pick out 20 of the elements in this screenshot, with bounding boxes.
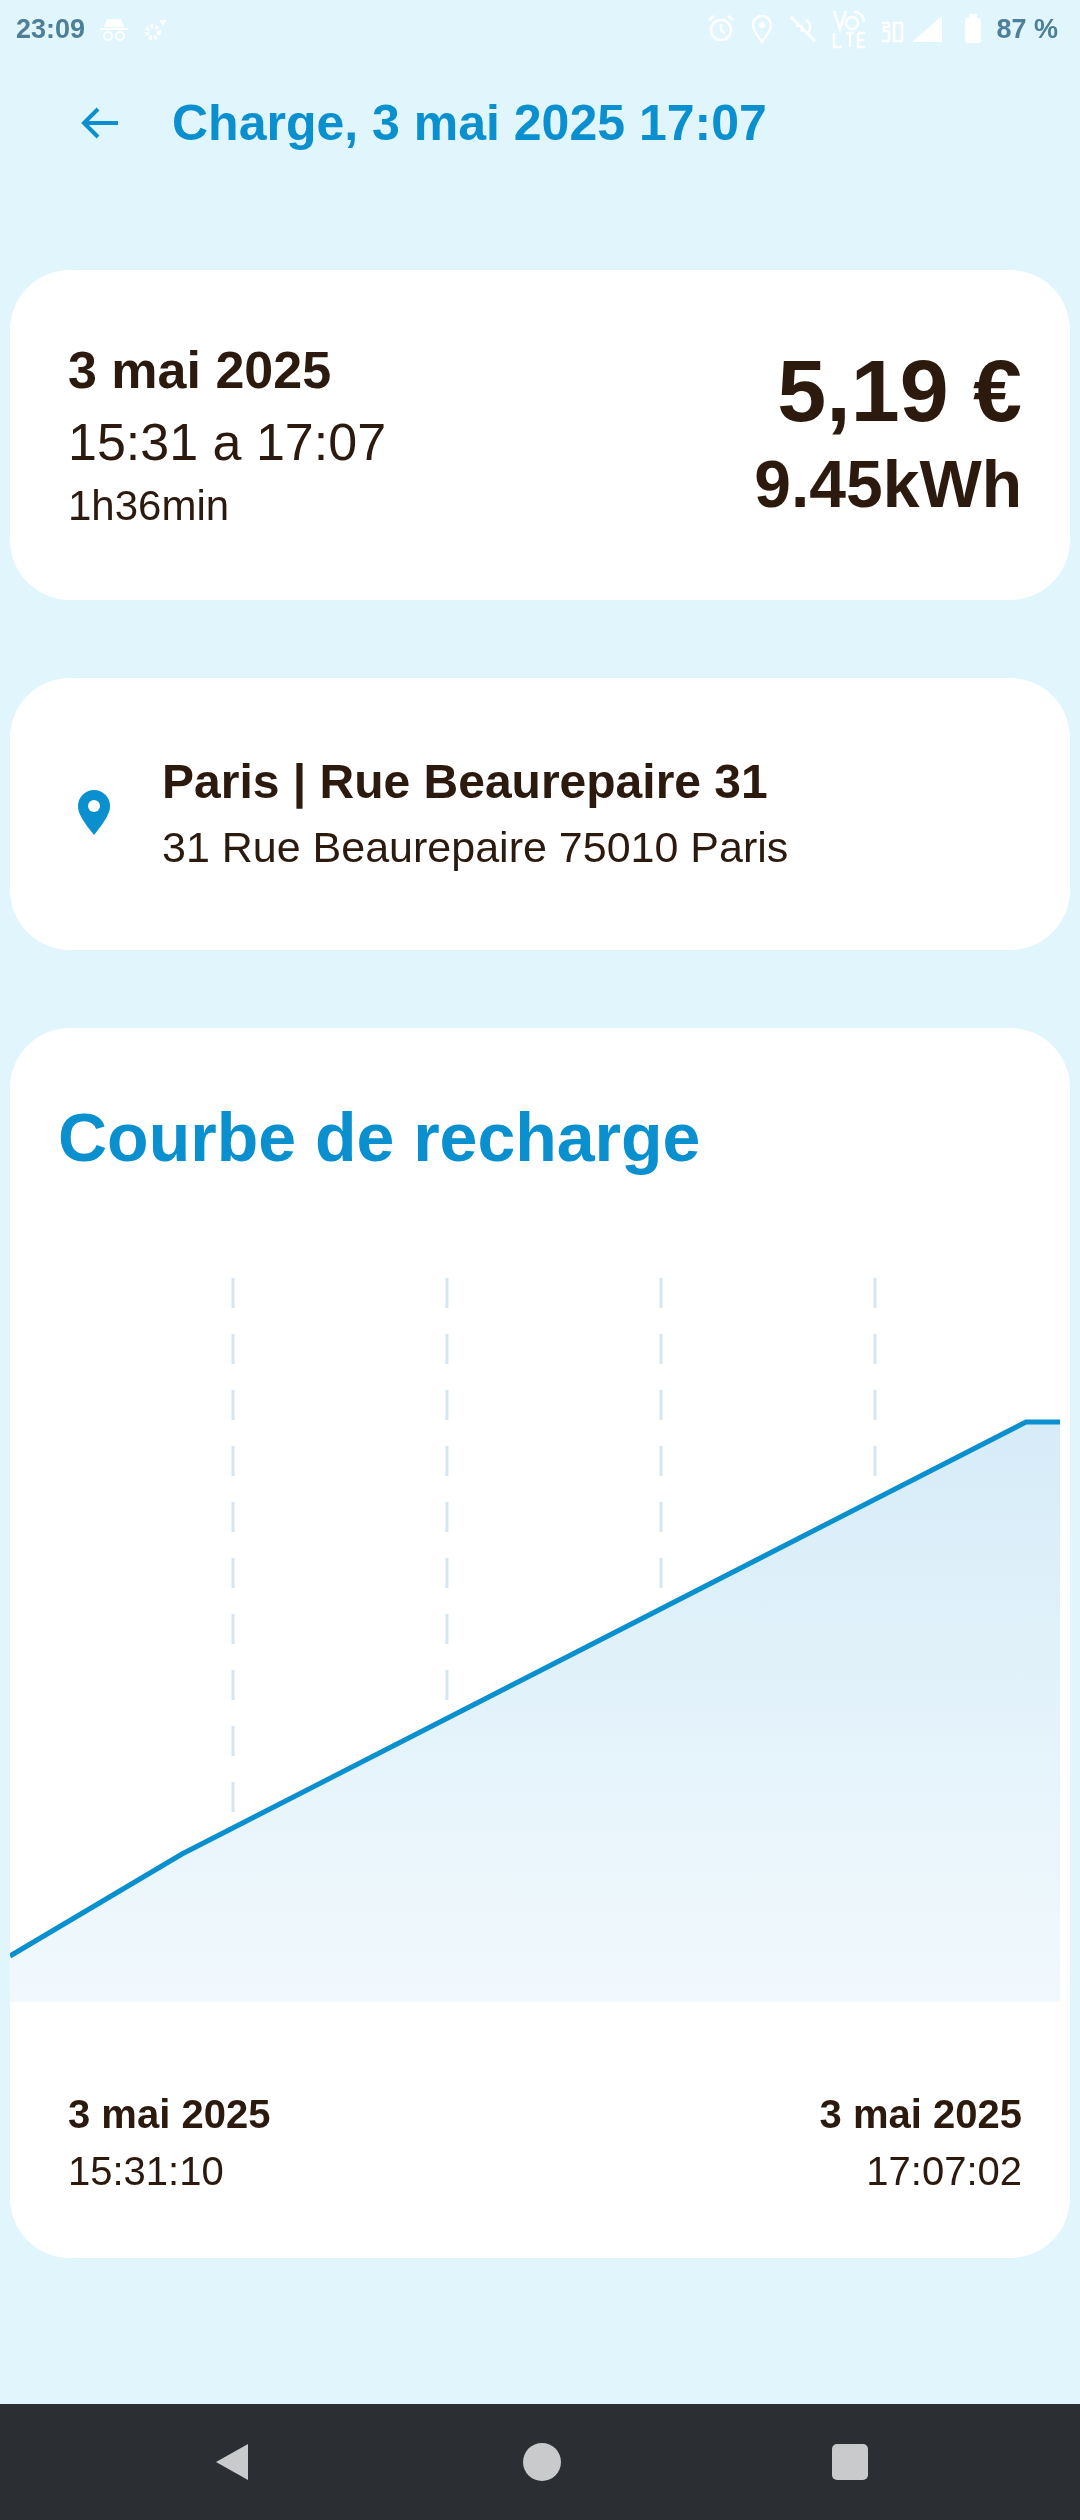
battery-level: 87 % bbox=[996, 13, 1058, 45]
end-date: 3 mai 2025 bbox=[819, 2092, 1022, 2137]
status-time: 23:09 bbox=[16, 13, 86, 45]
battery-icon bbox=[964, 14, 983, 44]
page-title: Charge, 3 mai 2025 17:07 bbox=[172, 94, 767, 152]
home-nav-icon[interactable] bbox=[522, 2442, 562, 2482]
volte-icon bbox=[832, 9, 867, 49]
end-time: 17:07:02 bbox=[866, 2149, 1022, 2194]
start-date: 3 mai 2025 bbox=[68, 2092, 271, 2137]
price: 5,19 € bbox=[777, 340, 1022, 442]
start-time: 15:31:10 bbox=[68, 2149, 225, 2194]
time-range: 15:31 a 17:07 bbox=[68, 412, 387, 472]
station-address: 31 Rue Beaurepaire 75010 Paris bbox=[162, 823, 789, 872]
charge-date: 3 mai 2025 bbox=[68, 340, 333, 400]
station-name: Paris | Rue Beaurepaire 31 bbox=[162, 754, 769, 809]
energy: 9.45kWh bbox=[754, 446, 1022, 522]
section-title: Courbe de recharge bbox=[57, 1098, 702, 1176]
location-icon bbox=[750, 14, 775, 44]
duration: 1h36min bbox=[68, 482, 231, 530]
incognito-icon bbox=[99, 17, 130, 41]
